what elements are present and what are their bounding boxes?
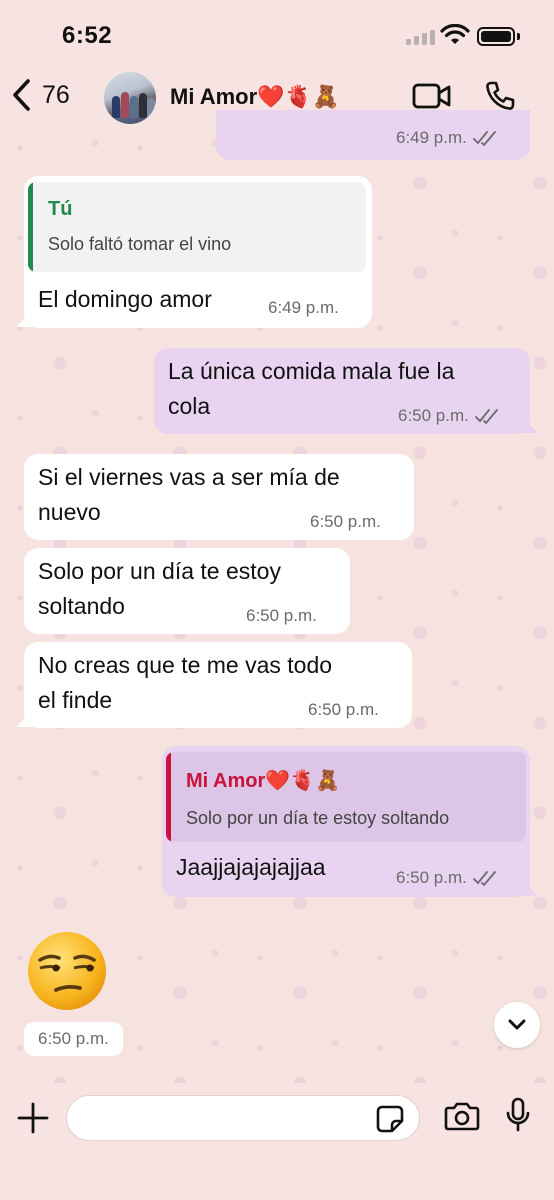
status-bar: 6:52	[0, 0, 554, 70]
contact-avatar[interactable]	[104, 72, 156, 124]
message-time: 6:50 p.m.	[396, 868, 499, 888]
message-time: 6:50 p.m.	[246, 606, 317, 625]
chevron-down-icon	[508, 1019, 526, 1030]
double-check-icon	[472, 131, 496, 146]
message-bubble-incoming[interactable]: Si el viernes vas a ser mía de nuevo 6:5…	[24, 454, 414, 540]
message-text: nuevo	[38, 499, 101, 525]
message-text: cola	[168, 393, 211, 419]
message-input[interactable]	[66, 1095, 420, 1141]
quote-text: Solo faltó tomar el vino	[48, 234, 232, 254]
message-text: soltando	[38, 593, 125, 619]
phone-icon[interactable]	[484, 80, 516, 112]
message-text: La única comida mala fue la	[168, 358, 455, 384]
message-text: Solo por un día te estoy	[38, 558, 281, 584]
microphone-icon[interactable]	[504, 1097, 532, 1133]
message-bubble-outgoing[interactable]: La única comida mala fue la cola 6:50 p.…	[154, 348, 530, 434]
double-check-icon	[472, 871, 496, 886]
quote-author: Tú	[48, 198, 73, 220]
video-call-icon[interactable]	[412, 82, 452, 110]
double-check-icon	[474, 409, 498, 424]
message-time: 6:50 p.m.	[308, 700, 379, 719]
back-button[interactable]: 76	[10, 78, 70, 112]
message-text: El domingo amor	[38, 286, 212, 312]
camera-icon[interactable]	[444, 1101, 480, 1131]
contact-name[interactable]: Mi Amor❤️🫀🧸	[170, 84, 339, 110]
sticker-icon[interactable]	[376, 1105, 404, 1133]
message-bubble-incoming[interactable]: No creas que te me vas todo el finde 6:5…	[24, 642, 412, 728]
message-time: 6:50 p.m.	[398, 406, 501, 426]
quoted-message[interactable]: Mi Amor❤️🫀🧸 Solo por un día te estoy sol…	[166, 752, 526, 842]
status-time: 6:52	[62, 22, 113, 49]
message-bubble-incoming[interactable]: Tú Solo faltó tomar el vino El domingo a…	[24, 176, 372, 328]
message-bubble-outgoing[interactable]: 6:49 p.m.	[216, 110, 530, 160]
message-text: Si el viernes vas a ser mía de	[38, 464, 340, 490]
cellular-signal-icon	[406, 30, 435, 45]
message-text: Jaajjajajajajjaa	[176, 854, 326, 880]
message-bubble-outgoing[interactable]: Mi Amor❤️🫀🧸 Solo por un día te estoy sol…	[162, 746, 530, 897]
battery-icon	[477, 27, 515, 46]
unread-count: 76	[42, 80, 70, 109]
chevron-left-icon	[13, 79, 30, 111]
wifi-icon	[440, 24, 470, 44]
plus-icon[interactable]	[16, 1101, 50, 1135]
composer-bar	[0, 1083, 554, 1200]
message-time: 6:49 p.m.	[268, 298, 339, 317]
unamused-face-emoji[interactable]	[26, 930, 108, 1012]
message-time: 6:50 p.m.	[310, 512, 381, 531]
quote-author: Mi Amor❤️🫀🧸	[186, 770, 340, 792]
message-time: 6:50 p.m.	[24, 1022, 123, 1056]
quoted-message[interactable]: Tú Solo faltó tomar el vino	[28, 182, 366, 272]
scroll-to-bottom-button[interactable]	[494, 1002, 540, 1048]
message-text: el finde	[38, 687, 113, 713]
message-time: 6:49 p.m.	[396, 128, 499, 148]
quote-text: Solo por un día te estoy soltando	[186, 808, 450, 828]
message-text: No creas que te me vas todo	[38, 652, 333, 678]
message-bubble-incoming[interactable]: Solo por un día te estoy soltando 6:50 p…	[24, 548, 350, 634]
